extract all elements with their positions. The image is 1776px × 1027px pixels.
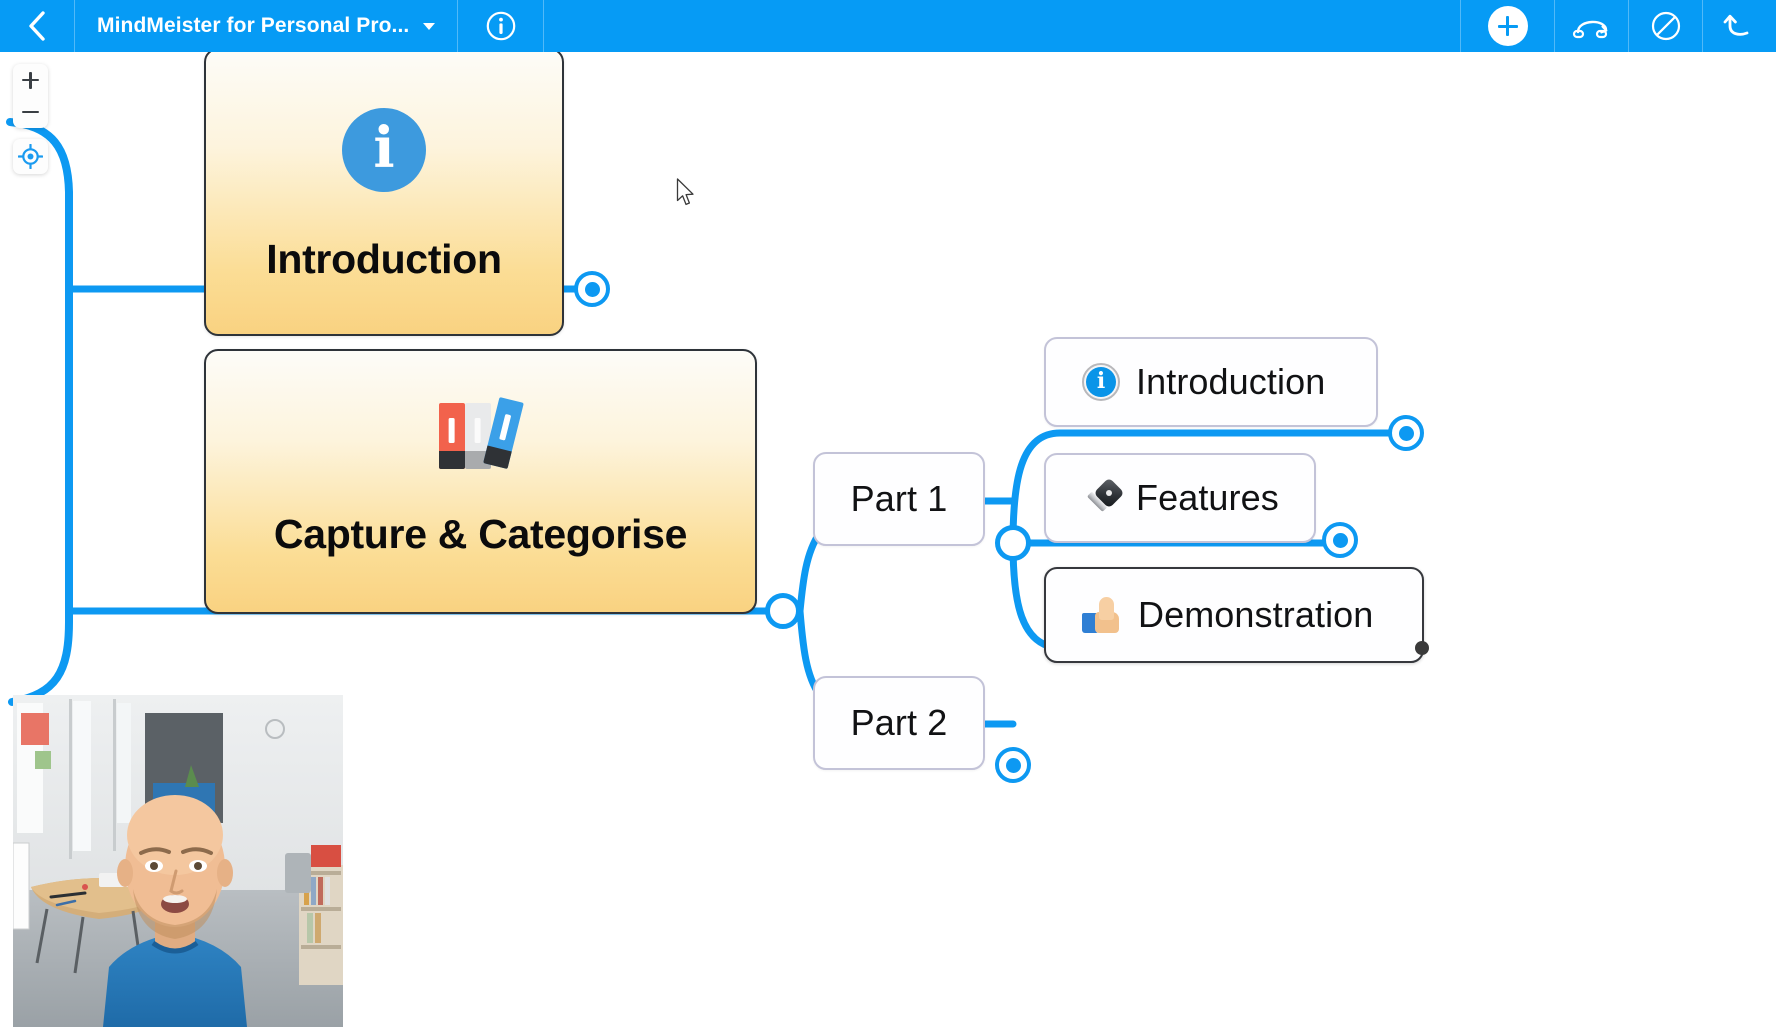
node-part-1-label: Part 1	[850, 478, 948, 519]
node-sub-introduction-label: Introduction	[1136, 361, 1326, 402]
map-info-button[interactable]	[458, 0, 545, 52]
endpoint-part-1-junction[interactable]	[995, 525, 1031, 561]
presenter-video-overlay[interactable]	[13, 695, 343, 1027]
undo-arrow-icon	[1723, 14, 1748, 36]
top-toolbar: MindMeister for Personal Pro...	[0, 0, 1776, 52]
mindmeister-app-window: i Introduction Capture & Categorise Part…	[0, 0, 1776, 1027]
node-capture-categorise[interactable]: Capture & Categorise	[204, 349, 757, 614]
info-emoji: i	[1082, 363, 1120, 401]
endpoint-capture-categorise[interactable]	[765, 593, 801, 629]
chevron-left-icon	[29, 11, 45, 41]
node-introduction-main-label: Introduction	[266, 236, 502, 282]
minus-icon	[22, 110, 39, 114]
info-circle-blue-icon: i	[342, 108, 426, 192]
key-emoji	[1082, 477, 1125, 516]
node-capture-categorise-label: Capture & Categorise	[273, 511, 688, 557]
books-binders-emoji	[433, 395, 529, 470]
node-part-2-label: Part 2	[850, 702, 948, 743]
map-title-text: MindMeister for Personal Pro...	[97, 14, 410, 37]
thumbs-up-emoji	[1082, 596, 1124, 634]
zoom-control-group	[13, 64, 48, 128]
connection-icon	[1572, 20, 1607, 39]
add-node-button[interactable]	[1460, 0, 1554, 52]
chevron-down-icon	[423, 22, 436, 30]
endpoint-part-2[interactable]	[995, 747, 1031, 783]
zoom-in-button[interactable]	[13, 64, 48, 96]
node-sub-introduction[interactable]: i Introduction	[1044, 337, 1378, 427]
circle-slash-icon	[1651, 11, 1680, 41]
center-map-button[interactable]	[13, 139, 48, 174]
endpoint-sub-features[interactable]	[1322, 522, 1358, 558]
crosshair-target-icon	[18, 144, 43, 169]
endpoint-sub-demonstration[interactable]	[1415, 641, 1429, 655]
endpoint-sub-introduction[interactable]	[1388, 415, 1424, 451]
disable-tool-button[interactable]	[1628, 0, 1702, 52]
node-part-1[interactable]: Part 1	[813, 452, 985, 546]
undo-button[interactable]	[1702, 0, 1776, 52]
node-sub-demonstration-label: Demonstration	[1138, 594, 1374, 635]
node-part-2[interactable]: Part 2	[813, 676, 985, 770]
back-button[interactable]	[0, 0, 74, 52]
node-sub-demonstration[interactable]: Demonstration	[1044, 567, 1424, 663]
node-sub-features-label: Features	[1136, 477, 1279, 518]
node-sub-features[interactable]: Features	[1044, 453, 1316, 543]
add-connection-button[interactable]	[1554, 0, 1628, 52]
endpoint-introduction-main[interactable]	[574, 271, 610, 307]
plus-icon	[1487, 6, 1528, 46]
info-circle-icon	[486, 11, 516, 41]
presenter-video-frame	[13, 695, 343, 1027]
map-title-dropdown[interactable]: MindMeister for Personal Pro...	[74, 0, 459, 52]
zoom-out-button[interactable]	[13, 96, 48, 128]
node-introduction-main[interactable]: i Introduction	[204, 48, 564, 336]
